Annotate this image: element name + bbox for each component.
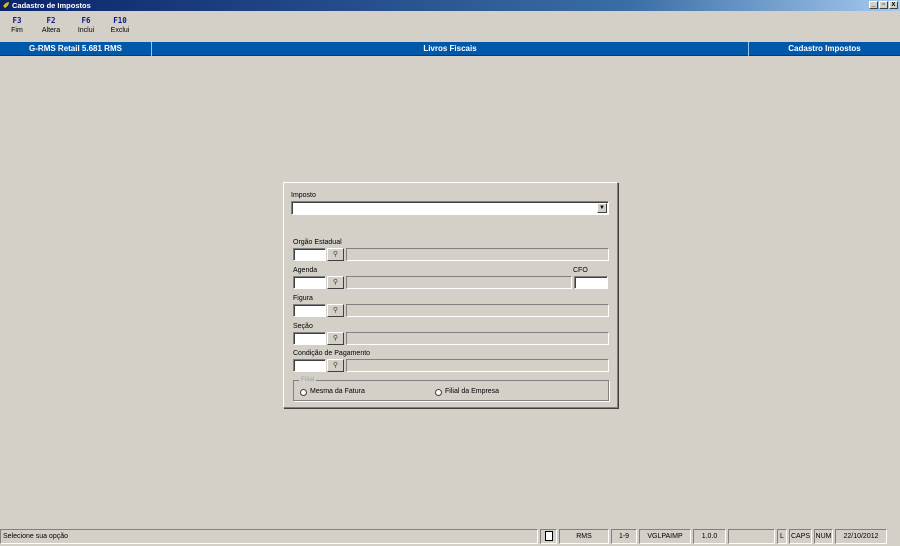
- function-key: F10: [113, 16, 127, 25]
- module-name: Livros Fiscais: [423, 44, 477, 53]
- radio-circle[interactable]: [300, 388, 307, 396]
- restore-button[interactable]: ▫: [879, 1, 888, 9]
- orgao-description-field: [346, 248, 609, 261]
- status-caps: CAPS: [789, 529, 812, 544]
- module-header-bar: G-RMS Retail 5.681 RMS Livros Fiscais Ca…: [0, 42, 900, 56]
- impostos-form-panel: Imposto ▼ Orgão Estadual ⚲ Agenda CFO ⚲ …: [283, 182, 618, 408]
- radio-mesma-fatura[interactable]: Mesma da Fatura: [300, 388, 365, 396]
- status-bar: Selecione sua opção RMS 1-9 VGLPAIMP 1.0…: [0, 529, 900, 545]
- function-key: F2: [46, 16, 56, 25]
- figura-label: Figura: [293, 295, 313, 302]
- status-program: VGLPAIMP: [639, 529, 691, 544]
- screen-name: Cadastro Impostos: [788, 44, 861, 53]
- status-code: 1-9: [611, 529, 637, 544]
- button-label: Fim: [11, 27, 23, 34]
- condicao-description-field: [346, 359, 609, 372]
- altera-button[interactable]: F2 Altera: [36, 13, 66, 36]
- status-user: RMS: [559, 529, 609, 544]
- status-l: L: [777, 529, 787, 544]
- orgao-label: Orgão Estadual: [293, 239, 342, 246]
- window-titlebar: ✐ Cadastro de Impostos _ ▫ x: [0, 0, 900, 11]
- minimize-button[interactable]: _: [869, 1, 878, 9]
- status-version: 1.0.0: [693, 529, 726, 544]
- binoculars-icon[interactable]: ⚲: [327, 304, 344, 317]
- window-controls: _ ▫ x: [869, 1, 898, 9]
- radio-label: Mesma da Fatura: [310, 388, 365, 395]
- binoculars-icon[interactable]: ⚲: [327, 276, 344, 289]
- binoculars-icon[interactable]: ⚲: [327, 248, 344, 261]
- secao-description-field: [346, 332, 609, 345]
- inclui-button[interactable]: F6 Inclui: [71, 13, 101, 36]
- secao-label: Seção: [293, 323, 313, 330]
- binoculars-icon[interactable]: ⚲: [327, 332, 344, 345]
- status-empty: [728, 529, 775, 544]
- function-key: F3: [12, 16, 22, 25]
- agenda-code-input[interactable]: [293, 276, 326, 289]
- function-key: F6: [81, 16, 91, 25]
- fim-button[interactable]: F3 Fim: [2, 13, 32, 36]
- radio-label: Filial da Empresa: [445, 388, 500, 395]
- imposto-label: Imposto: [291, 192, 316, 199]
- filial-group-label: Filial: [299, 376, 317, 384]
- button-label: Altera: [41, 27, 61, 34]
- agenda-description-field: [346, 276, 572, 289]
- status-message: Selecione sua opção: [0, 529, 538, 544]
- status-num: NUM: [814, 529, 833, 544]
- status-date: 22/10/2012: [835, 529, 887, 544]
- feather-icon: ✐: [3, 1, 10, 10]
- secao-code-input[interactable]: [293, 332, 326, 345]
- button-label: Inclui: [77, 27, 95, 34]
- cfo-input[interactable]: [574, 276, 608, 289]
- orgao-code-input[interactable]: [293, 248, 326, 261]
- figura-code-input[interactable]: [293, 304, 326, 317]
- figura-description-field: [346, 304, 609, 317]
- imposto-select[interactable]: ▼: [291, 201, 609, 215]
- button-label: Exclui: [110, 27, 130, 34]
- filial-group: Filial Mesma da Fatura Filial da Empresa: [293, 376, 609, 401]
- binoculars-icon[interactable]: ⚲: [327, 359, 344, 372]
- system-name: G-RMS Retail 5.681 RMS: [29, 44, 122, 53]
- close-button[interactable]: x: [889, 1, 898, 9]
- condicao-label: Condição de Pagamento: [293, 350, 371, 357]
- function-key-toolbar: F3 Fim F2 Altera F6 Inclui F10 Exclui: [0, 13, 900, 41]
- radio-filial-empresa[interactable]: Filial da Empresa: [435, 388, 499, 396]
- exclui-button[interactable]: F10 Exclui: [105, 13, 135, 36]
- condicao-code-input[interactable]: [293, 359, 326, 372]
- document-icon[interactable]: [540, 529, 557, 544]
- chevron-down-icon[interactable]: ▼: [597, 203, 607, 213]
- radio-circle[interactable]: [435, 388, 442, 396]
- cfo-label: CFO: [573, 267, 588, 274]
- agenda-label: Agenda: [293, 267, 318, 274]
- window-title: Cadastro de Impostos: [12, 1, 91, 10]
